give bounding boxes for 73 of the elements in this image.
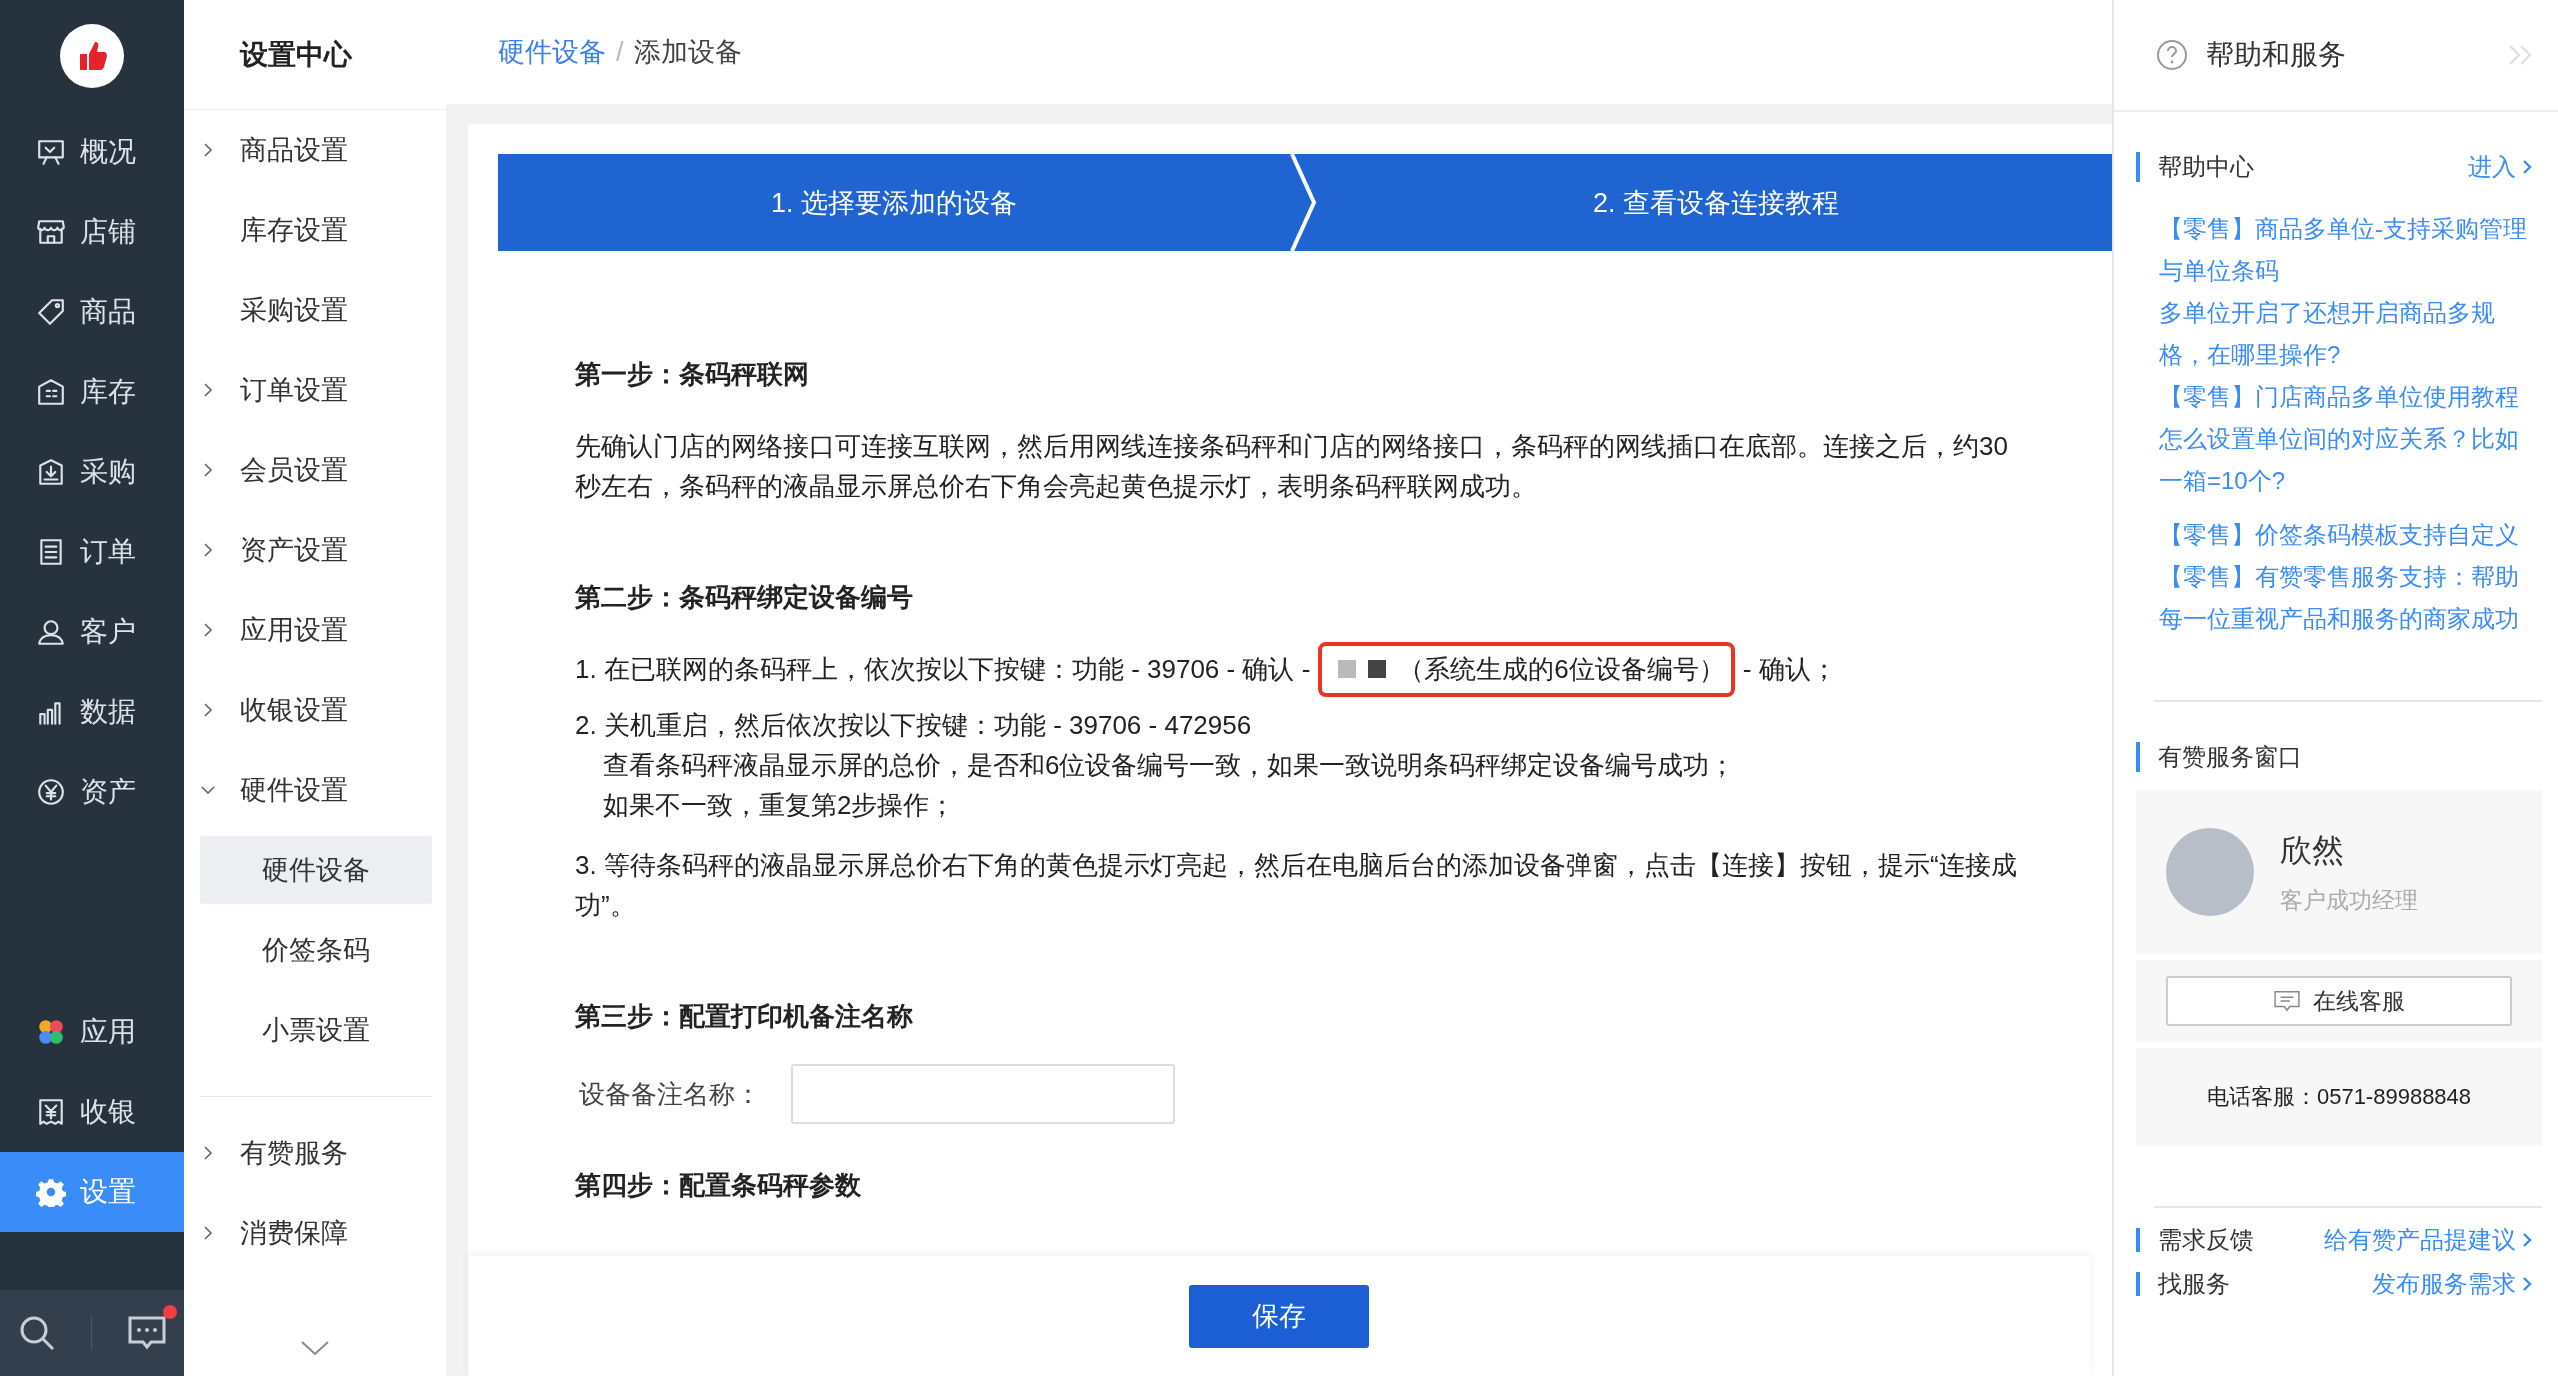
menu-item[interactable]: 资产设置	[184, 510, 446, 590]
message-icon	[2273, 990, 2301, 1012]
field-label: 设备备注名称：	[579, 1077, 761, 1111]
nav-item[interactable]: 资产	[0, 752, 184, 832]
instruction-text: - 确认；	[1742, 652, 1837, 686]
step-label: 1. 选择要添加的设备	[770, 186, 1018, 220]
nav-item[interactable]: 应用	[0, 992, 184, 1072]
yen-icon	[36, 777, 66, 807]
nav-item[interactable]: 商品	[0, 272, 184, 352]
instruction-note: 如果不一致，重复第2步操作；	[602, 789, 957, 822]
instruction-text: 3. 等待条码秤的液晶显示屏总价右下角的黄色提示灯亮起，然后在电脑后台的添加设备弹窗，点击【连接】按钮，提示“连接成功”。	[575, 849, 2018, 922]
submenu-item[interactable]: 价签条码	[200, 916, 432, 984]
nav-item[interactable]: 数据	[0, 672, 184, 752]
nav-item[interactable]: 采购	[0, 432, 184, 512]
square-icon	[1368, 660, 1387, 678]
menu-item[interactable]: 订单设置	[184, 350, 446, 430]
submenu-item[interactable]: 硬件设备	[200, 836, 432, 904]
save-button[interactable]: 保存	[1189, 1284, 1369, 1348]
help-icon	[2156, 39, 2188, 71]
tray-icon	[36, 457, 66, 487]
panel-title: 帮助和服务	[2206, 38, 2347, 72]
chevron-right-icon	[2522, 1276, 2532, 1292]
menu-item[interactable]: 有赞服务	[184, 1113, 446, 1193]
tag-icon	[36, 297, 66, 327]
person-icon	[36, 617, 66, 647]
section-title: 需求反馈	[2158, 1225, 2254, 1255]
presentation-board-icon	[36, 137, 66, 167]
breadcrumb-current: 添加设备	[633, 36, 742, 69]
menu-item[interactable]: 硬件设置	[184, 750, 446, 830]
storefront-icon	[36, 217, 66, 247]
chevron-right-icon	[2522, 1232, 2532, 1248]
submenu-item[interactable]: 小票设置	[200, 996, 432, 1064]
section-heading: 第二步：条码秤绑定设备编号	[575, 581, 914, 614]
menu-item[interactable]: 消费保障	[184, 1193, 446, 1273]
building-icon	[36, 377, 66, 407]
menu-item[interactable]: 采购设置	[184, 270, 446, 350]
instruction-note: 查看条码秤液晶显示屏的总价，是否和6位设备编号一致，如果一致说明条码秤绑定设备编号成功；	[602, 749, 1737, 782]
section-heading: 第三步：配置打印机备注名称	[575, 1000, 914, 1033]
chevron-down-icon[interactable]	[300, 1340, 330, 1356]
section-title: 有赞服务窗口	[2158, 742, 2302, 772]
four-petal-icon	[36, 1017, 66, 1047]
menu-item[interactable]: 会员设置	[184, 430, 446, 510]
nav-item[interactable]: 库存	[0, 352, 184, 432]
agent-name: 欣然	[2280, 830, 2345, 870]
breadcrumb-link[interactable]: 硬件设备	[498, 34, 606, 70]
thumbs-up-logo-icon[interactable]	[60, 24, 124, 88]
nav-item[interactable]: 订单	[0, 512, 184, 592]
phone-text: 电话客服：0571-89988848	[2206, 1083, 2472, 1111]
chevron-right-icon	[2522, 159, 2532, 175]
menu-item[interactable]: 库存设置	[184, 190, 446, 270]
step-label: 2. 查看设备连接教程	[1592, 186, 1840, 220]
input-field[interactable]	[791, 1064, 1175, 1124]
menu-item[interactable]: 应用设置	[184, 590, 446, 670]
paragraph: 先确认门店的网络接口可连接互联网，然后用网线连接条码秤和门店的网络接口，条码秤的网线插口在底部。连接之后，约30秒左右，条码秤的液晶显示屏总价右下角会亮起黄色提示灯，表明条码秤联网成功。	[575, 430, 2009, 503]
section-heading: 第一步：条码秤联网	[575, 358, 810, 391]
instruction-text: 1. 在已联网的条码秤上，依次按以下按键：功能 - 39706 - 确认 -	[575, 652, 1311, 686]
section-title: 找服务	[2158, 1269, 2230, 1299]
nav-item[interactable]: 客户	[0, 592, 184, 672]
square-icon	[1338, 660, 1357, 678]
section-heading: 第四步：配置条码秤参数	[575, 1169, 862, 1202]
instruction-text: 2. 关机重启，然后依次按以下按键：功能 - 39706 - 472956	[575, 709, 1253, 742]
breadcrumb-separator: /	[616, 36, 624, 68]
instruction-text: （系统生成的6位设备编号）	[1398, 652, 1725, 686]
settings-icon	[36, 1177, 66, 1207]
nav-item[interactable]: 店铺	[0, 192, 184, 272]
agent-role: 客户成功经理	[2280, 885, 2418, 915]
section-title: 帮助中心	[2158, 152, 2254, 182]
menu-item[interactable]: 收银设置	[184, 670, 446, 750]
menu-item[interactable]: 商品设置	[184, 110, 446, 190]
nav-item[interactable]: 收银	[0, 1072, 184, 1152]
online-service-button[interactable]: 在线客服	[2166, 976, 2512, 1026]
receipt-icon	[36, 1097, 66, 1127]
nav-item[interactable]: 概况	[0, 112, 184, 192]
